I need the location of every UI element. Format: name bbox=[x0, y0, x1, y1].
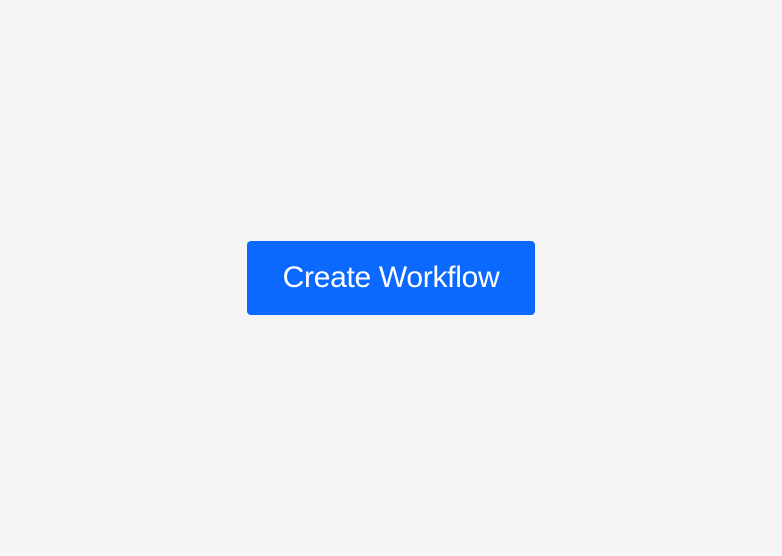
create-workflow-button[interactable]: Create Workflow bbox=[247, 241, 536, 315]
